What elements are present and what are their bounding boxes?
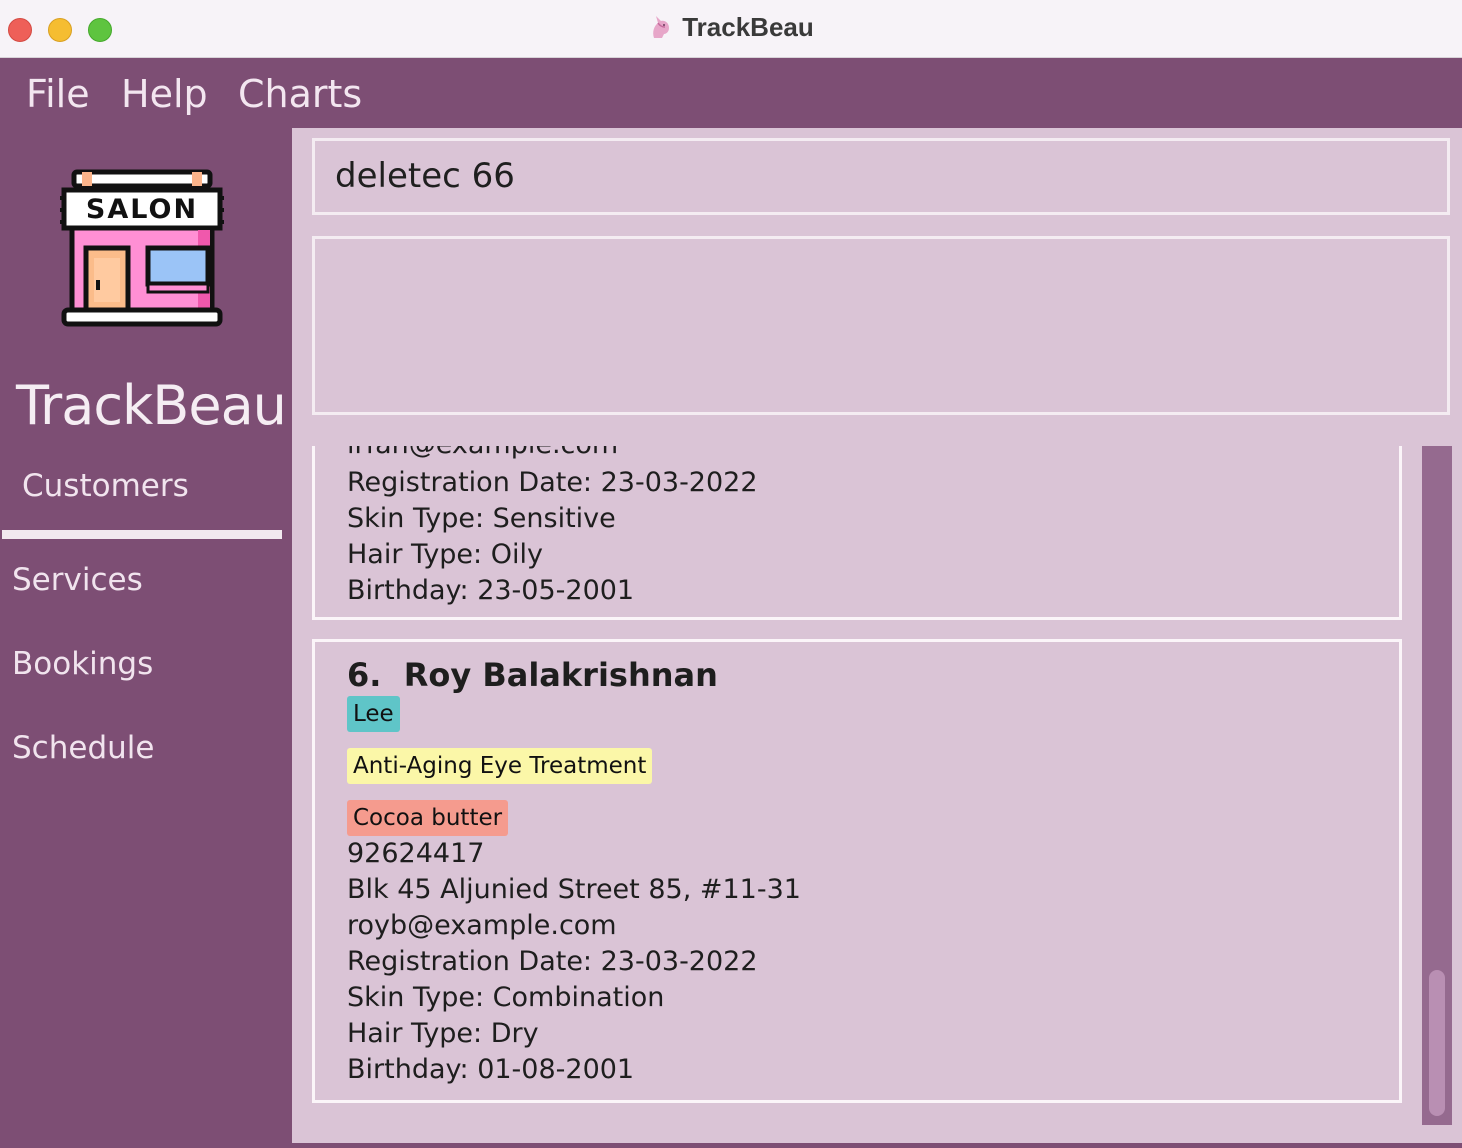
- customer-card[interactable]: 6. Roy Balakrishnan Lee Anti-Aging Eye T…: [312, 639, 1402, 1103]
- app-window: TrackBeau File Help Charts SALON TrackBe…: [0, 0, 1462, 1148]
- customer-email: irfan@example.com: [347, 446, 618, 460]
- customer-address: Blk 45 Aljunied Street 85, #11-31: [347, 874, 801, 905]
- active-tab-indicator: [2, 530, 282, 539]
- main-panel: irfan@example.com Registration Date: 23-…: [292, 128, 1462, 1143]
- title-bar: TrackBeau: [0, 0, 1462, 58]
- menu-bar: File Help Charts: [0, 58, 1462, 128]
- sidebar: SALON TrackBeau Customers Services Booki…: [0, 128, 292, 1148]
- salon-logo-icon: SALON: [60, 169, 224, 327]
- command-input[interactable]: [335, 141, 1425, 212]
- brand-name: TrackBeau: [16, 374, 287, 437]
- command-box: [312, 138, 1450, 215]
- customer-skin-type: Skin Type: Combination: [347, 982, 665, 1013]
- menu-help[interactable]: Help: [121, 72, 208, 116]
- customer-index: 6.: [347, 656, 382, 694]
- customer-skin-type: Skin Type: Sensitive: [347, 503, 616, 534]
- logo-sign-text: SALON: [86, 194, 198, 225]
- customer-phone: 92624417: [347, 838, 485, 869]
- customer-registration: Registration Date: 23-03-2022: [347, 946, 758, 977]
- scrollbar-thumb[interactable]: [1429, 970, 1445, 1116]
- customer-birthday: Birthday: 01-08-2001: [347, 1054, 635, 1085]
- customer-title: 6. Roy Balakrishnan: [347, 656, 718, 694]
- allergy-tag: Cocoa butter: [347, 800, 509, 836]
- sidebar-item-bookings[interactable]: Bookings: [12, 646, 153, 682]
- menu-charts[interactable]: Charts: [238, 72, 362, 116]
- app-unicorn-icon: [653, 16, 670, 38]
- customer-name: Roy Balakrishnan: [403, 656, 718, 694]
- customer-list[interactable]: irfan@example.com Registration Date: 23-…: [292, 446, 1422, 1143]
- service-tag: Anti-Aging Eye Treatment: [347, 748, 653, 784]
- sidebar-item-customers[interactable]: Customers: [22, 468, 189, 504]
- staff-tag: Lee: [347, 696, 400, 732]
- list-scrollbar[interactable]: [1422, 446, 1452, 1125]
- customer-email: royb@example.com: [347, 910, 617, 941]
- menu-file[interactable]: File: [26, 72, 90, 116]
- result-display: [312, 236, 1450, 415]
- sidebar-item-services[interactable]: Services: [12, 562, 143, 598]
- customer-registration: Registration Date: 23-03-2022: [347, 467, 758, 498]
- customer-hair-type: Hair Type: Dry: [347, 1018, 539, 1049]
- window-title: TrackBeau: [682, 12, 814, 42]
- customer-birthday: Birthday: 23-05-2001: [347, 575, 635, 606]
- sidebar-item-schedule[interactable]: Schedule: [12, 730, 154, 766]
- window-title-container: TrackBeau: [0, 12, 1462, 43]
- customer-hair-type: Hair Type: Oily: [347, 539, 543, 570]
- customer-card[interactable]: irfan@example.com Registration Date: 23-…: [312, 446, 1402, 620]
